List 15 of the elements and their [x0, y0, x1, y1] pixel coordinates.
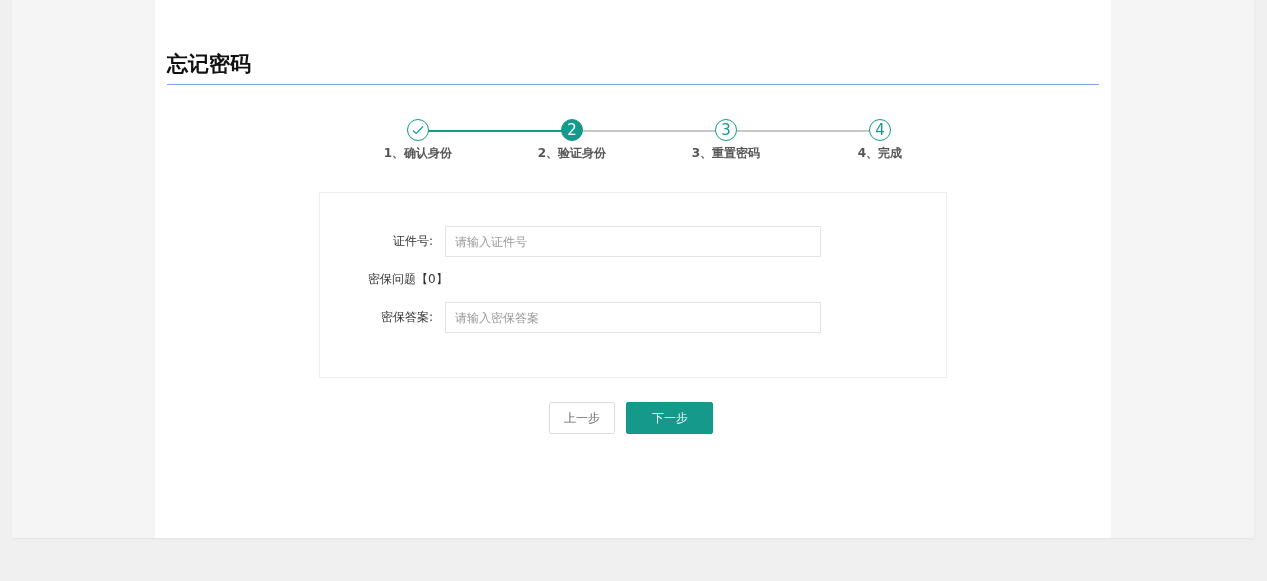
back-button[interactable]: 上一步 — [549, 402, 615, 434]
step-label: 2、验证身份 — [537, 145, 607, 162]
step-label: 1、确认身份 — [383, 145, 453, 162]
page-title: 忘记密码 — [167, 50, 1099, 85]
field-label: 证件号: — [391, 233, 433, 250]
step-number: 3 — [715, 119, 737, 141]
input-field[interactable]: 请输入证件号 — [445, 226, 821, 257]
step-label: 4、完成 — [857, 145, 903, 162]
question-label: 密保问题【0】 — [368, 271, 449, 288]
step-number: 2 — [561, 119, 583, 141]
next-button[interactable]: 下一步 — [626, 402, 713, 434]
input-field[interactable]: 请输入密保答案 — [445, 302, 821, 333]
field-label: 密保答案: — [379, 309, 433, 326]
step-number: 4 — [869, 119, 891, 141]
step-label: 3、重置密码 — [691, 145, 761, 162]
